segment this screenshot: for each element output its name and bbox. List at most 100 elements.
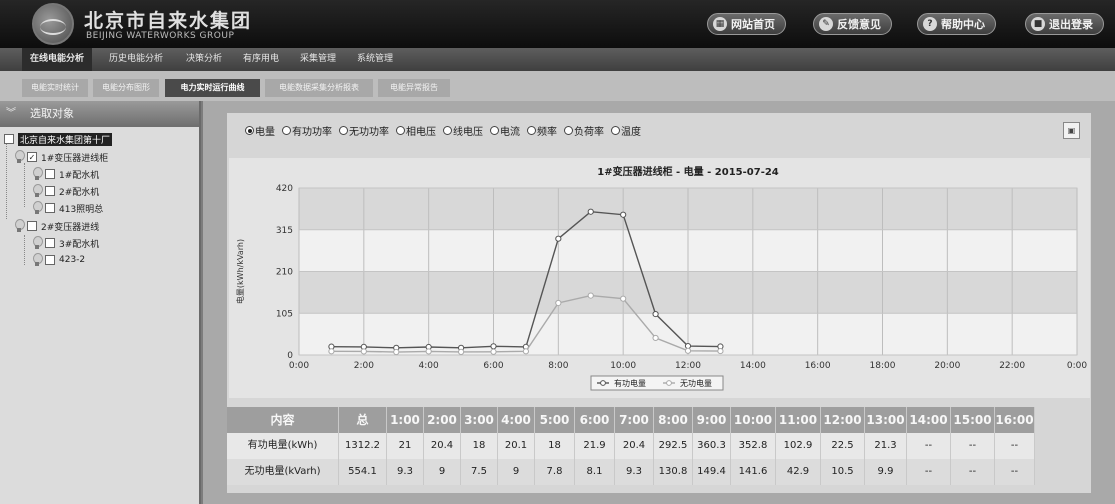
radio-dot-icon[interactable] bbox=[339, 126, 348, 135]
radio-dot-icon[interactable] bbox=[245, 126, 254, 135]
radio-reactive-power[interactable]: 无功功率 bbox=[339, 123, 389, 138]
tree-node-transformer-2[interactable]: 2#变压器进线 bbox=[14, 218, 99, 234]
data-point bbox=[652, 334, 659, 342]
tree-node-label: 423-2 bbox=[59, 255, 86, 265]
home-button[interactable]: ▦ 网站首页 bbox=[707, 13, 786, 35]
radio-active-power[interactable]: 有功功率 bbox=[282, 123, 332, 138]
table-cell: 8.1 bbox=[575, 459, 615, 485]
content-panel: 电量 有功功率 无功功率 相电压 线电压 电流 频率 负荷率 温度 ▣ 0:00… bbox=[227, 113, 1091, 493]
tree-node-pump-3[interactable]: 3#配水机 bbox=[32, 235, 99, 251]
data-point bbox=[587, 292, 594, 299]
data-point bbox=[328, 348, 335, 355]
nav-history-analysis[interactable]: 历史电能分析 bbox=[101, 48, 171, 71]
energy-line-chart: 0:00 2:00 4:00 6:00 8:00 10:00 12:00 14:00 16:00… bbox=[235, 165, 1087, 391]
data-point bbox=[555, 235, 562, 242]
sidebar-header[interactable]: ︾ 选取对象 bbox=[0, 101, 199, 127]
tree-checkbox[interactable] bbox=[27, 221, 37, 231]
nav-ordered-power[interactable]: 有序用电 bbox=[236, 48, 286, 71]
radio-line-voltage[interactable]: 线电压 bbox=[443, 123, 483, 138]
table-cell: 130.8 bbox=[654, 459, 693, 485]
chart-container: 0:00 2:00 4:00 6:00 8:00 10:00 12:00 14:00 16:00… bbox=[229, 158, 1090, 398]
table-cell: 22.5 bbox=[821, 433, 865, 459]
subnav-anomaly[interactable]: 电能异常报告 bbox=[378, 79, 450, 97]
subnav-report[interactable]: 电能数据采集分析报表 bbox=[265, 79, 373, 97]
nav-system-mgmt[interactable]: 系统管理 bbox=[350, 48, 400, 71]
radio-dot-icon[interactable] bbox=[282, 126, 291, 135]
radio-dot-icon[interactable] bbox=[443, 126, 452, 135]
tree-node-pump-2[interactable]: 2#配水机 bbox=[32, 183, 99, 199]
nav-decision-analysis[interactable]: 决策分析 bbox=[179, 48, 229, 71]
main-content: 电量 有功功率 无功功率 相电压 线电压 电流 频率 负荷率 温度 ▣ 0:00… bbox=[203, 101, 1115, 504]
tree-checkbox[interactable] bbox=[45, 186, 55, 196]
table-cell: 292.5 bbox=[654, 433, 693, 459]
help-icon: ? bbox=[923, 17, 937, 31]
table-cell: -- bbox=[907, 433, 951, 459]
logout-button[interactable]: ■ 退出登录 bbox=[1025, 13, 1104, 35]
tree-node-transformer-1[interactable]: ✓ 1#变压器进线柜 bbox=[14, 149, 108, 165]
tree-checkbox[interactable] bbox=[45, 169, 55, 179]
brand-name-cn: 北京市自来水集团 bbox=[84, 10, 253, 32]
x-tick-label: 16:00 bbox=[805, 361, 831, 371]
data-point bbox=[490, 343, 497, 350]
tree-node-lighting[interactable]: 413照明总 bbox=[32, 200, 103, 216]
y-tick-label: 210 bbox=[276, 268, 293, 278]
tree-node-plant[interactable]: 北京自来水集团第十厂 bbox=[4, 131, 113, 147]
tree-node-423-2[interactable]: 423-2 bbox=[32, 252, 85, 268]
radio-label: 电流 bbox=[500, 127, 520, 138]
radio-load-rate[interactable]: 负荷率 bbox=[564, 123, 604, 138]
x-tick-label: 2:00 bbox=[354, 361, 374, 371]
x-tick-label: 10:00 bbox=[610, 361, 636, 371]
radio-dot-icon[interactable] bbox=[527, 126, 536, 135]
table-header-cell: 12:00 bbox=[821, 407, 865, 433]
x-tick-label: 20:00 bbox=[934, 361, 960, 371]
legend-marker bbox=[666, 380, 672, 386]
table-cell: 10.5 bbox=[821, 459, 865, 485]
radio-dot-icon[interactable] bbox=[564, 126, 573, 135]
collapse-chevron-icon[interactable]: ︾ bbox=[6, 106, 22, 122]
table-cell: -- bbox=[951, 433, 995, 459]
tree-checkbox[interactable] bbox=[4, 134, 14, 144]
table-cell: 21 bbox=[387, 433, 424, 459]
radio-temperature[interactable]: 温度 bbox=[611, 123, 641, 138]
help-button[interactable]: ? 帮助中心 bbox=[917, 13, 996, 35]
tree-checkbox[interactable] bbox=[45, 203, 55, 213]
radio-dot-icon[interactable] bbox=[490, 126, 499, 135]
table-header-cell: 4:00 bbox=[498, 407, 535, 433]
chart-title: 1#变压器进线柜 - 电量 - 2015-07-24 bbox=[597, 165, 779, 178]
subnav-distribution[interactable]: 电能分布图形 bbox=[93, 79, 159, 97]
company-logo-icon bbox=[32, 3, 74, 45]
subnav-realtime-curve[interactable]: 电力实时运行曲线 bbox=[165, 79, 260, 97]
nav-collection-mgmt[interactable]: 采集管理 bbox=[293, 48, 343, 71]
tree-checkbox[interactable] bbox=[45, 238, 55, 248]
brand-name-en: BEIJING WATERWORKS GROUP bbox=[86, 31, 235, 41]
radio-current[interactable]: 电流 bbox=[490, 123, 520, 138]
tree-node-label: 2#变压器进线 bbox=[41, 222, 100, 233]
radio-label: 电量 bbox=[255, 127, 275, 138]
radio-dot-icon[interactable] bbox=[396, 126, 405, 135]
y-tick-label: 315 bbox=[276, 226, 293, 236]
radio-energy[interactable]: 电量 bbox=[245, 123, 275, 138]
tree-checkbox[interactable] bbox=[45, 255, 55, 265]
table-cell: -- bbox=[907, 459, 951, 485]
table-header-cell: 16:00 bbox=[995, 407, 1035, 433]
nav-online-analysis[interactable]: 在线电能分析 bbox=[22, 48, 92, 71]
radio-dot-icon[interactable] bbox=[611, 126, 620, 135]
data-point bbox=[620, 211, 627, 218]
tree-node-pump-1[interactable]: 1#配水机 bbox=[32, 166, 99, 182]
data-point bbox=[555, 299, 562, 307]
radio-phase-voltage[interactable]: 相电压 bbox=[396, 123, 436, 138]
table-cell: 20.1 bbox=[498, 433, 535, 459]
logout-button-label: 退出登录 bbox=[1049, 18, 1093, 31]
device-bulb-icon bbox=[32, 184, 43, 198]
subnav-realtime-stats[interactable]: 电能实时统计 bbox=[22, 79, 88, 97]
radio-label: 频率 bbox=[537, 127, 557, 138]
image-export-icon[interactable]: ▣ bbox=[1063, 122, 1080, 139]
x-tick-label: 22:00 bbox=[999, 361, 1025, 371]
sub-nav: 电能实时统计 电能分布图形 电力实时运行曲线 电能数据采集分析报表 电能异常报告 bbox=[0, 71, 1115, 101]
table-cell: 21.3 bbox=[865, 433, 907, 459]
table-cell: 1312.2 bbox=[339, 433, 387, 459]
table-header-cell: 内容 bbox=[227, 407, 339, 433]
radio-frequency[interactable]: 频率 bbox=[527, 123, 557, 138]
feedback-button[interactable]: ✎ 反馈意见 bbox=[813, 13, 892, 35]
tree-checkbox[interactable]: ✓ bbox=[27, 152, 37, 162]
